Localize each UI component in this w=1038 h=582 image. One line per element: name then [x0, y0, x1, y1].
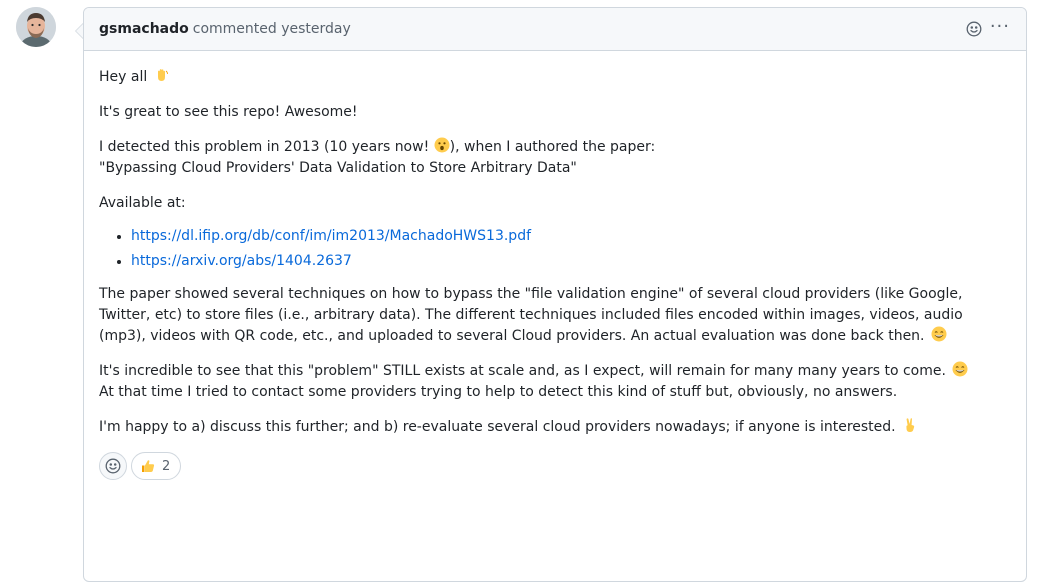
comment-box: gsmachado commented yesterday ··· Hey al… — [83, 7, 1027, 582]
waving-hand-icon — [157, 69, 168, 81]
comment-timestamp[interactable]: commented yesterday — [193, 21, 351, 37]
add-reaction-button[interactable] — [99, 452, 127, 480]
links-list: https://dl.ifip.org/db/conf/im/im2013/Ma… — [117, 226, 1011, 272]
victory-hand-icon — [906, 418, 915, 432]
astonished-face-icon — [434, 137, 450, 153]
paragraph-happy: I'm happy to a) discuss this further; an… — [99, 417, 1011, 438]
paragraph-incredible: It's incredible to see that this "proble… — [99, 361, 1011, 403]
add-reaction-icon[interactable] — [966, 21, 982, 37]
link-ifip-paper[interactable]: https://dl.ifip.org/db/conf/im/im2013/Ma… — [131, 228, 531, 244]
link-arxiv-paper[interactable]: https://arxiv.org/abs/1404.2637 — [131, 253, 352, 269]
thumbs-up-reaction-button[interactable]: 2 — [131, 452, 182, 480]
list-item: https://dl.ifip.org/db/conf/im/im2013/Ma… — [117, 226, 1011, 247]
paragraph-intro: It's great to see this repo! Awesome! — [99, 104, 358, 120]
user-avatar-icon — [16, 7, 56, 47]
thumbs-up-icon — [142, 460, 155, 472]
comment-body: Hey all It's great to see this repo! Awe… — [84, 51, 1026, 480]
paragraph-techniques: The paper showed several techniques on h… — [99, 286, 963, 344]
comment-pointer — [75, 23, 83, 39]
thumbs-up-count: 2 — [162, 458, 171, 474]
avatar[interactable] — [16, 7, 56, 47]
more-options-icon[interactable]: ··· — [990, 18, 1010, 36]
smiley-icon — [105, 458, 121, 474]
grinning-sweat-face-icon — [931, 326, 947, 342]
paragraph-available: Available at: — [99, 195, 186, 211]
comment-author[interactable]: gsmachado — [99, 21, 189, 37]
paragraph-detected: I detected this problem in 2013 (10 year… — [99, 137, 656, 176]
reactions-bar: 2 — [99, 452, 1011, 480]
paragraph-greeting: Hey all — [99, 67, 1011, 88]
list-item: https://arxiv.org/abs/1404.2637 — [117, 251, 1011, 272]
comment-header: gsmachado commented yesterday ··· — [84, 8, 1026, 51]
grinning-face-icon — [952, 361, 968, 377]
